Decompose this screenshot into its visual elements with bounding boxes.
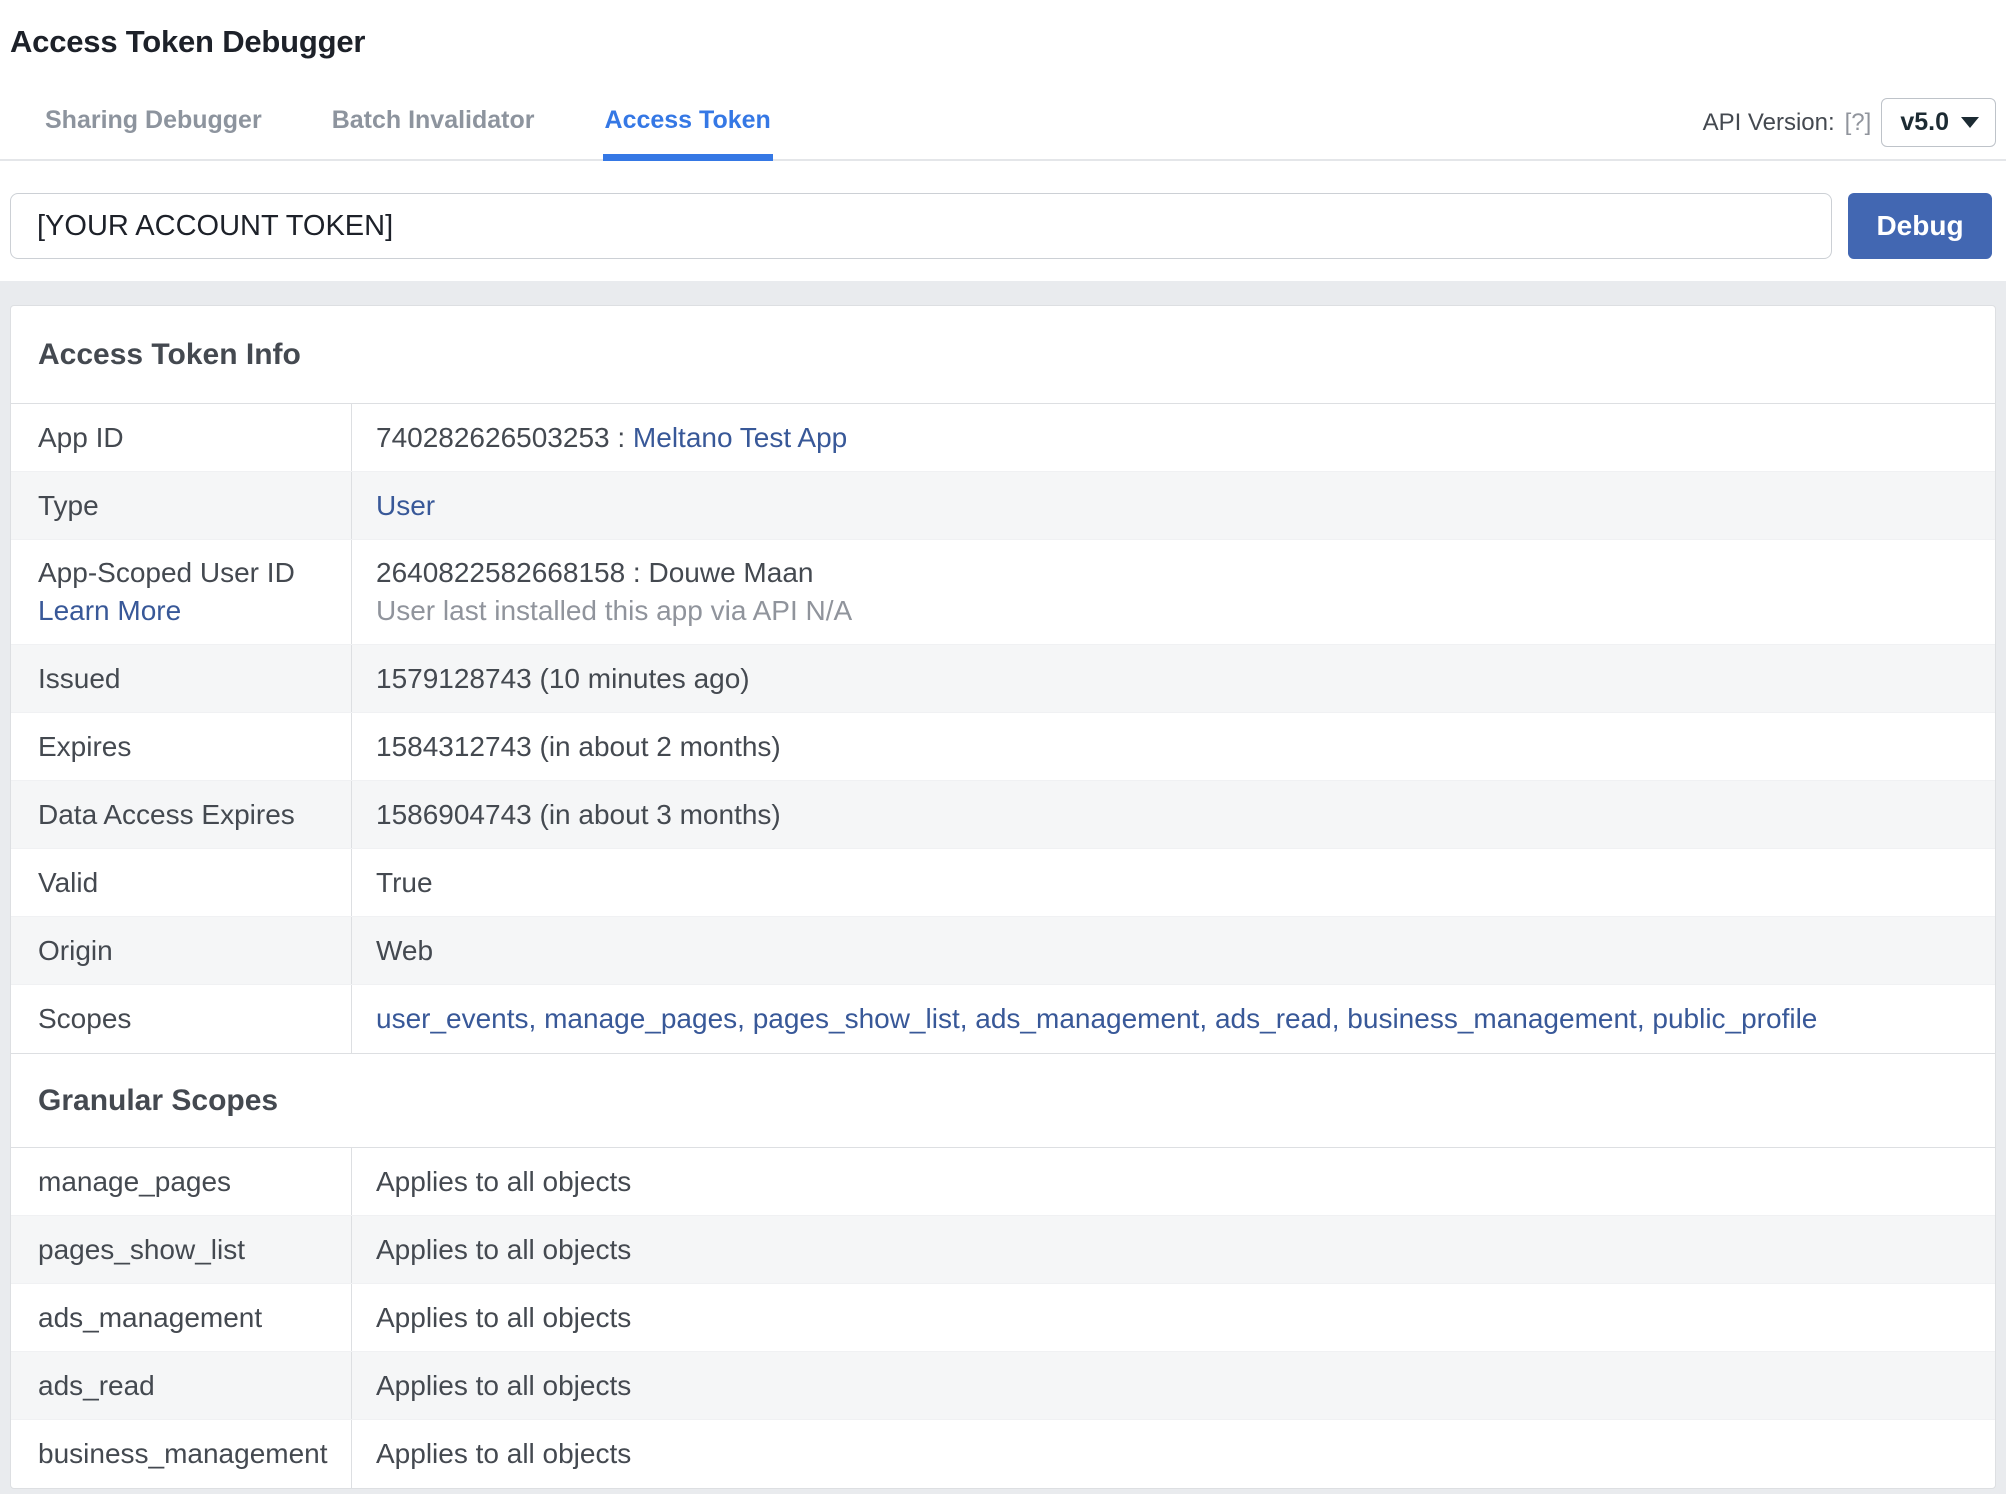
info-row-expires: Expires 1584312743 (in about 2 months)	[11, 713, 1995, 781]
row-label: Origin	[11, 917, 352, 984]
row-value: Web	[376, 934, 434, 966]
row-label: Data Access Expires	[11, 781, 352, 848]
granular-scopes-table: manage_pages Applies to all objects page…	[11, 1148, 1995, 1488]
access-token-info-header: Access Token Info	[11, 306, 1995, 404]
app-name-link[interactable]: Meltano Test App	[633, 422, 847, 453]
row-label: App ID	[11, 404, 352, 471]
info-row-valid: Valid True	[11, 849, 1995, 917]
row-label: pages_show_list	[11, 1216, 352, 1283]
row-value: user_events, manage_pages, pages_show_li…	[352, 985, 1995, 1053]
row-label: Issued	[11, 645, 352, 712]
chevron-down-icon	[1961, 117, 1979, 128]
granular-row-business-management: business_management Applies to all objec…	[11, 1420, 1995, 1488]
row-label: Valid	[11, 849, 352, 916]
row-value: Applies to all objects	[376, 1301, 632, 1333]
access-token-input[interactable]	[10, 193, 1832, 259]
token-form: Debug	[0, 193, 2006, 259]
app-id-value: 740282626503253 :	[376, 421, 633, 453]
granular-row-ads-read: ads_read Applies to all objects	[11, 1352, 1995, 1420]
row-value: 1579128743 (10 minutes ago)	[376, 662, 750, 694]
row-label: manage_pages	[11, 1148, 352, 1215]
api-version-label: API Version:	[1702, 108, 1835, 136]
row-label: ads_management	[11, 1284, 352, 1351]
row-label: App-Scoped User ID Learn More	[11, 540, 352, 644]
row-label: business_management	[11, 1420, 352, 1488]
info-row-origin: Origin Web	[11, 917, 1995, 985]
help-icon[interactable]: [?]	[1845, 109, 1872, 137]
learn-more-link[interactable]: Learn More	[38, 595, 335, 627]
tabs: Sharing Debugger Batch Invalidator Acces…	[10, 92, 774, 161]
tab-batch-invalidator[interactable]: Batch Invalidator	[330, 92, 537, 159]
row-value: 1584312743 (in about 2 months)	[376, 730, 781, 762]
tab-access-token[interactable]: Access Token	[602, 92, 774, 161]
row-value: 2640822582668158 : Douwe Maan User last …	[352, 540, 1995, 644]
info-row-data-access-expires: Data Access Expires 1586904743 (in about…	[11, 781, 1995, 849]
user-id-value: 2640822582668158 : Douwe Maan	[376, 557, 814, 588]
info-row-issued: Issued 1579128743 (10 minutes ago)	[11, 645, 1995, 713]
token-type-link[interactable]: User	[376, 490, 435, 521]
section-title: Access Token Info	[38, 337, 301, 371]
page-title: Access Token Debugger	[10, 24, 366, 59]
row-label: Expires	[11, 713, 352, 780]
row-label-text: App-Scoped User ID	[38, 557, 295, 588]
granular-row-pages-show-list: pages_show_list Applies to all objects	[11, 1216, 1995, 1284]
row-value: 1586904743 (in about 3 months)	[376, 798, 781, 830]
row-value: Applies to all objects	[376, 1438, 632, 1469]
granular-row-ads-management: ads_management Applies to all objects	[11, 1284, 1995, 1352]
info-row-app-scoped-user-id: App-Scoped User ID Learn More 2640822582…	[11, 540, 1995, 645]
info-row-scopes: Scopes user_events, manage_pages, pages_…	[11, 985, 1995, 1053]
debug-button[interactable]: Debug	[1848, 193, 1992, 259]
access-token-info-panel: Access Token Info App ID 740282626503253…	[10, 305, 1996, 1489]
api-version-value: v5.0	[1900, 108, 1949, 136]
tab-sharing-debugger[interactable]: Sharing Debugger	[43, 92, 264, 159]
info-row-type: Type User	[11, 472, 1995, 540]
page-header: Access Token Debugger Sharing Debugger B…	[0, 0, 2006, 281]
row-value: Applies to all objects	[376, 1165, 632, 1197]
content-area: Access Token Info App ID 740282626503253…	[0, 281, 2006, 1489]
granular-row-manage-pages: manage_pages Applies to all objects	[11, 1148, 1995, 1216]
row-value: Applies to all objects	[376, 1369, 632, 1401]
api-version-control: API Version: [?] v5.0	[1703, 98, 1996, 159]
scopes-link[interactable]: user_events, manage_pages, pages_show_li…	[376, 1003, 1817, 1034]
token-info-table: App ID 740282626503253 : Meltano Test Ap…	[11, 404, 1995, 1053]
section-title: Granular Scopes	[38, 1083, 279, 1117]
api-version-select[interactable]: v5.0	[1881, 98, 1996, 147]
row-label: Scopes	[11, 985, 352, 1053]
row-label: Type	[11, 472, 352, 539]
row-value: Applies to all objects	[376, 1233, 632, 1265]
row-label: ads_read	[11, 1352, 352, 1419]
install-note: User last installed this app via API N/A	[376, 595, 853, 626]
row-value: 740282626503253 : Meltano Test App	[352, 404, 1995, 471]
granular-scopes-header: Granular Scopes	[11, 1053, 1995, 1148]
tab-bar: Sharing Debugger Batch Invalidator Acces…	[0, 92, 2006, 161]
info-row-app-id: App ID 740282626503253 : Meltano Test Ap…	[11, 404, 1995, 472]
row-value: User	[352, 472, 1995, 539]
row-value: True	[376, 866, 433, 898]
